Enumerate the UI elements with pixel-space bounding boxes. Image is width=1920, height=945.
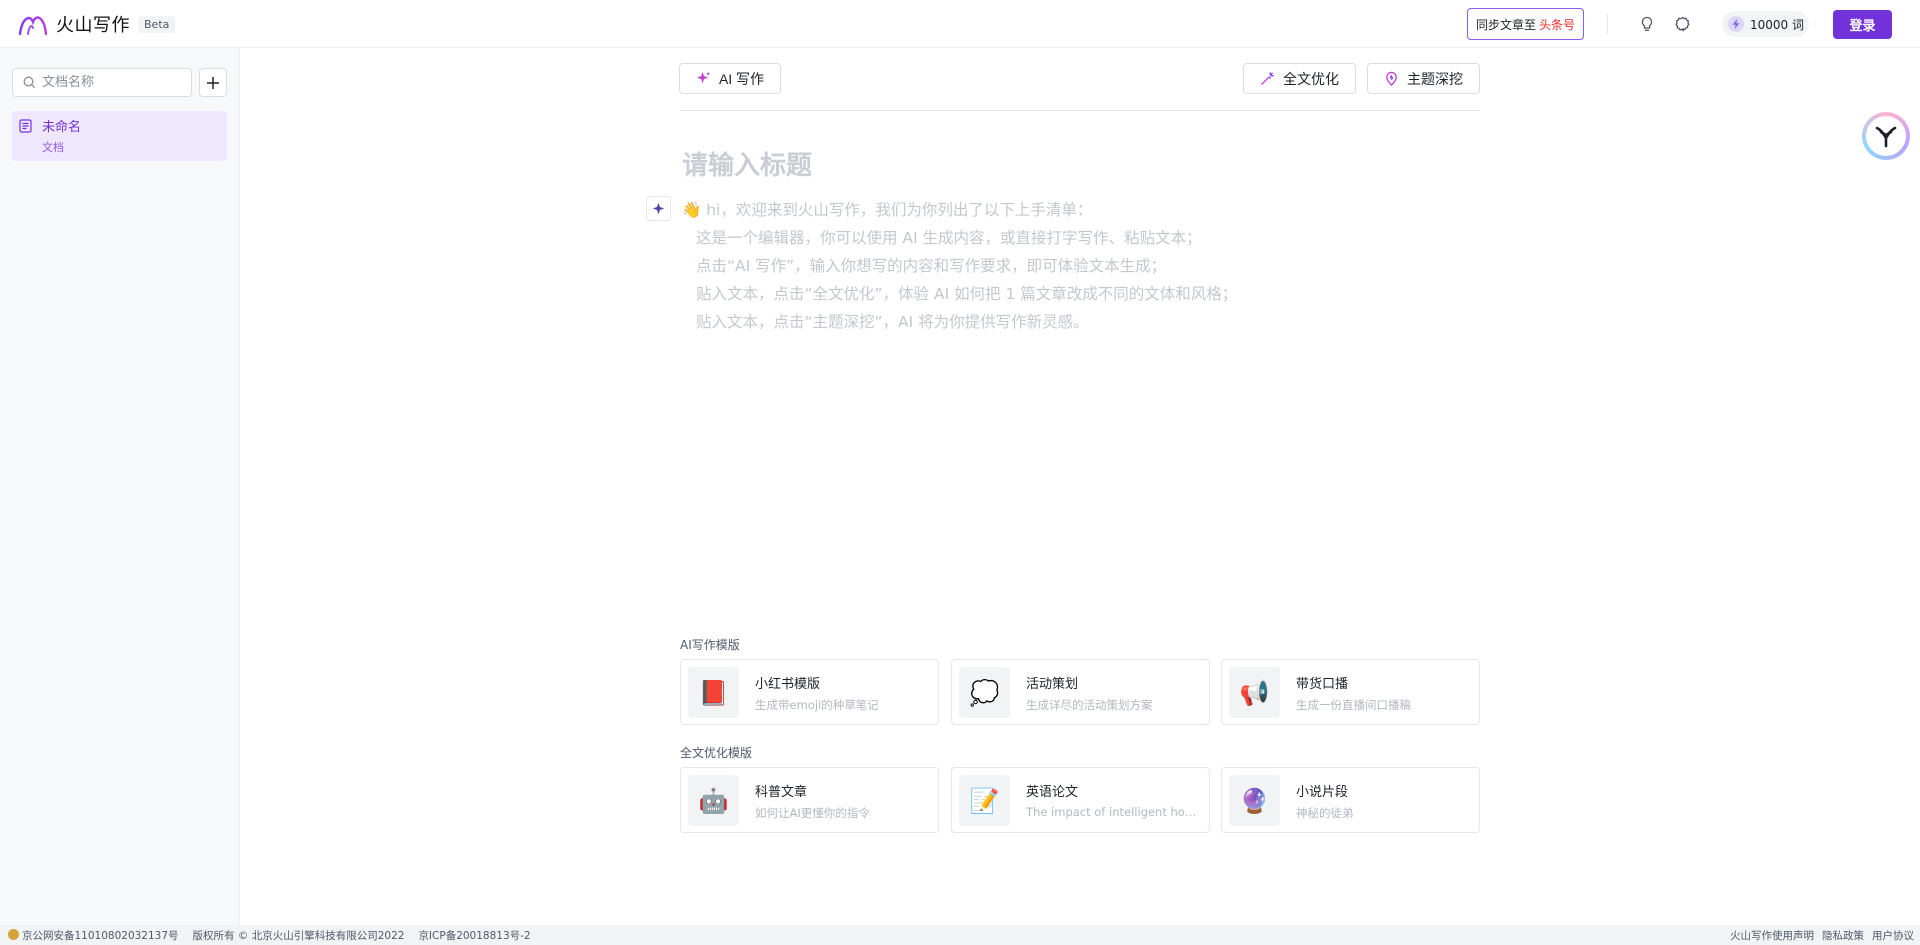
sync-to-toutiao-button[interactable]: 同步文章至 头条号 [1467, 8, 1584, 40]
login-button[interactable]: 登录 [1833, 10, 1892, 39]
notebook-icon: 📕 [688, 667, 739, 718]
full-optimize-label: 全文优化 [1283, 70, 1339, 87]
page-footer: 京公网安备11010802032137号 版权所有 © 北京火山引擎科技有限公司… [0, 925, 1920, 945]
bolt-icon [1728, 16, 1744, 32]
privacy-policy-link[interactable]: 隐私政策 [1822, 928, 1864, 943]
full-optimize-button[interactable]: 全文优化 [1243, 63, 1356, 94]
sync-brand: 头条号 [1539, 17, 1576, 32]
document-title: 未命名 [42, 120, 82, 135]
icp-link[interactable]: 京ICP备20018813号-2 [418, 928, 530, 943]
document-search-input[interactable] [42, 75, 182, 90]
usage-statement-link[interactable]: 火山写作使用声明 [1730, 928, 1814, 943]
police-record-link[interactable]: 京公网安备11010802032137号 [8, 928, 179, 943]
template-description: 生成带emoji的种草笔记 [755, 698, 879, 712]
document-subtitle: 文档 [42, 141, 64, 154]
add-document-button[interactable] [199, 68, 227, 97]
robot-icon: 🤖 [688, 775, 739, 826]
template-card-novel-excerpt[interactable]: 🔮 小说片段 神秘的徒弟 [1221, 767, 1480, 833]
template-card-live-sales[interactable]: 📢 带货口播 生成一份直播间口播稿 [1221, 659, 1480, 725]
topic-deep-dive-label: 主题深挖 [1407, 70, 1463, 87]
template-title: 英语论文 [1026, 785, 1079, 800]
template-card-xiaohongshu[interactable]: 📕 小红书模版 生成带emoji的种草笔记 [680, 659, 939, 725]
template-title: 活动策划 [1026, 677, 1079, 692]
sparkle-icon [696, 71, 710, 84]
app-logo[interactable]: 火山写作 Beta [18, 11, 176, 37]
intro-line: 贴入文本，点击“全文优化”，体验 AI 如何把 1 篇文章改成不同的文体和风格； [696, 285, 1238, 303]
user-agreement-link[interactable]: 用户协议 [1872, 928, 1914, 943]
intro-line: 点击“AI 写作”，输入你想写的内容和写作要求，即可体验文本生成； [696, 257, 1167, 275]
document-sidebar: 未命名 文档 [0, 48, 240, 925]
template-description: 生成详尽的活动策划方案 [1026, 698, 1153, 712]
template-description: 生成一份直播间口播稿 [1296, 698, 1411, 712]
volcano-logo-icon [18, 16, 48, 36]
document-icon [19, 119, 32, 133]
title-input[interactable]: 请输入标题 [682, 145, 812, 182]
ai-write-button[interactable]: AI 写作 [679, 63, 781, 94]
document-item-active[interactable]: 未命名 文档 [12, 111, 227, 161]
police-record-text: 京公网安备11010802032137号 [22, 929, 179, 942]
document-search[interactable] [12, 68, 192, 97]
magic-wand-icon [1261, 72, 1274, 85]
word-credits-badge[interactable]: 10000 词 [1722, 11, 1809, 37]
ai-write-label: AI 写作 [718, 70, 765, 87]
credits-value: 10000 词 [1750, 17, 1804, 32]
optimize-template-section-title: 全文优化模版 [680, 746, 753, 760]
intro-line: 👋 hi，欢迎来到火山写作，我们为你列出了以下上手清单： [682, 201, 1093, 219]
template-description: 神秘的徒弟 [1296, 806, 1354, 820]
floating-assistant-button[interactable] [1862, 112, 1910, 160]
crystal-ball-icon: 🔮 [1229, 775, 1280, 826]
topic-deep-dive-button[interactable]: 主题深挖 [1367, 63, 1480, 94]
template-description: 如何让AI更懂你的指令 [755, 806, 870, 820]
template-title: 科普文章 [755, 785, 808, 800]
copyright-text: 版权所有 © 北京火山引擎科技有限公司2022 [192, 929, 405, 942]
toolbar-divider [680, 110, 1480, 111]
lightbulb-icon[interactable] [1637, 14, 1657, 34]
settings-icon[interactable] [1673, 14, 1693, 34]
editor-body[interactable]: 👋 hi，欢迎来到火山写作，我们为你列出了以下上手清单： 这是一个编辑器，你可以… [682, 196, 1237, 336]
ai-template-section-title: AI写作模版 [680, 638, 740, 652]
beta-badge: Beta [138, 15, 176, 33]
thought-bubble-icon: 💭 [959, 667, 1010, 718]
template-card-event-planning[interactable]: 💭 活动策划 生成详尽的活动策划方案 [951, 659, 1210, 725]
template-title: 带货口播 [1296, 677, 1349, 692]
sync-label: 同步文章至 [1475, 17, 1536, 32]
template-card-english-paper[interactable]: 📝 英语论文 The impact of intelligent hou… [951, 767, 1210, 833]
intro-line: 贴入文本，点击“主题深挖”，AI 将为你提供写作新灵感。 [696, 313, 1089, 331]
inline-ai-button[interactable] [646, 196, 671, 221]
memo-icon: 📝 [959, 775, 1010, 826]
sparkle-icon [652, 202, 665, 215]
template-title: 小红书模版 [755, 677, 821, 692]
search-icon [23, 76, 36, 89]
assistant-logo-icon [1866, 116, 1906, 156]
template-title: 小说片段 [1296, 785, 1349, 800]
template-description: The impact of intelligent hou… [1026, 805, 1199, 819]
intro-line: 这是一个编辑器，你可以使用 AI 生成内容，或直接打字写作、粘贴文本； [696, 229, 1202, 247]
location-bulb-icon [1386, 71, 1397, 86]
header-divider [1607, 14, 1608, 34]
template-card-science-article[interactable]: 🤖 科普文章 如何让AI更懂你的指令 [680, 767, 939, 833]
app-name: 火山写作 [56, 15, 130, 36]
plus-icon [207, 76, 219, 89]
top-header: 火山写作 Beta 同步文章至 头条号 10000 词 登录 [0, 0, 1920, 48]
police-badge-icon [8, 928, 19, 940]
megaphone-icon: 📢 [1229, 667, 1280, 718]
